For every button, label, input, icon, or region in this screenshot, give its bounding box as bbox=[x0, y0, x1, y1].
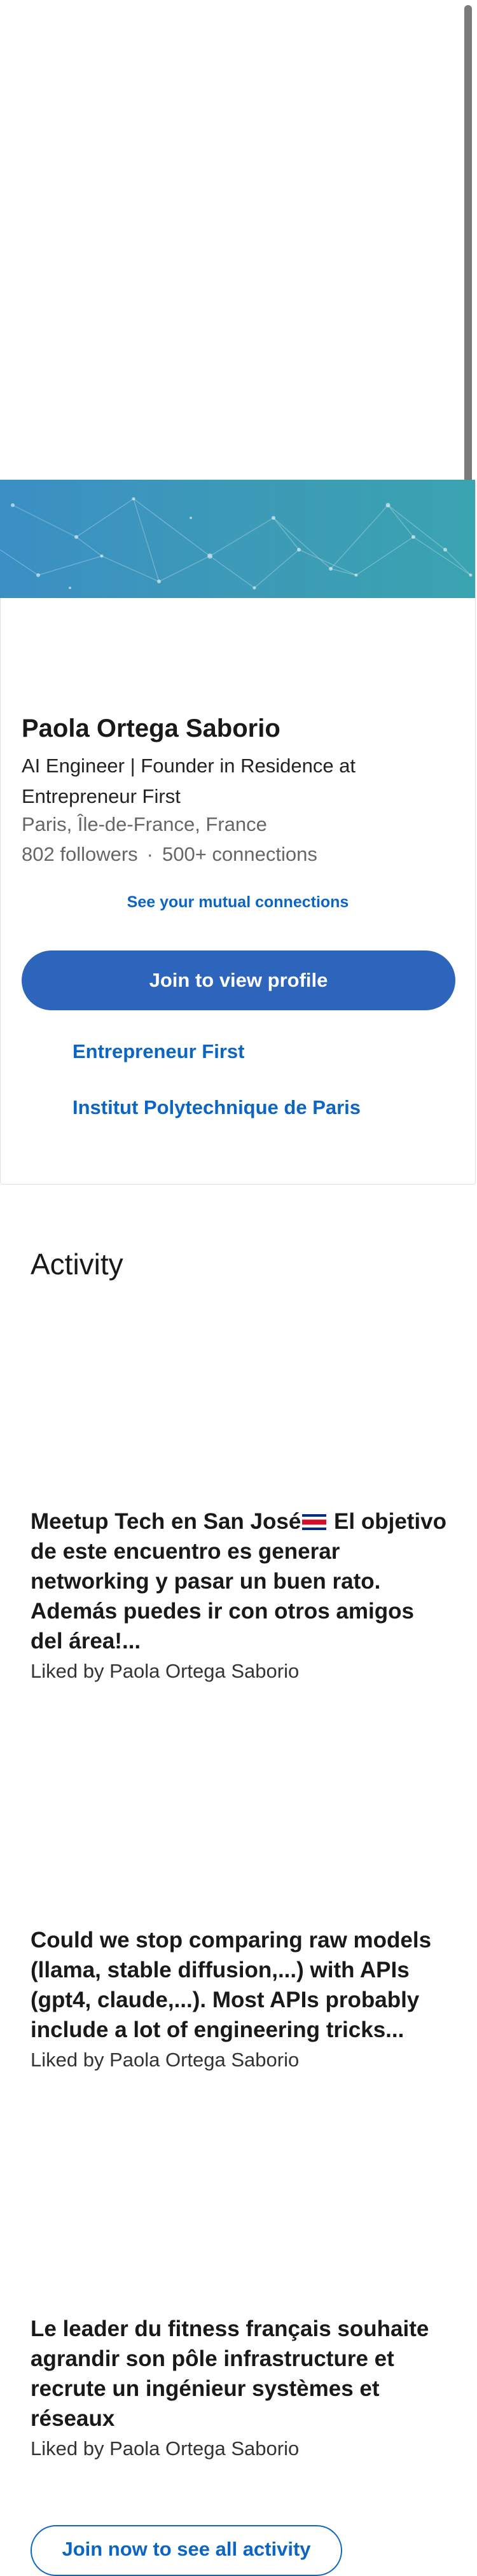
profile-banner bbox=[0, 480, 475, 598]
activity-heading: Activity bbox=[31, 1248, 123, 1281]
mutual-connections-link[interactable]: See your mutual connections bbox=[0, 893, 476, 912]
connections-count: 500+ connections bbox=[162, 843, 317, 865]
profile-name: Paola Ortega Saborio bbox=[22, 714, 280, 742]
company-link-entrepreneur-first[interactable]: Entrepreneur First bbox=[73, 1040, 244, 1063]
network-pattern-graphic bbox=[0, 497, 473, 590]
school-link-institut-polytechnique[interactable]: Institut Polytechnique de Paris bbox=[73, 1096, 361, 1119]
profile-stats: 802 followers · 500+ connections bbox=[22, 843, 317, 866]
stats-separator: · bbox=[146, 843, 153, 865]
post-liked-by: Liked by Paola Ortega Saborio bbox=[31, 1660, 300, 1682]
profile-headline: AI Engineer | Founder in Residence at En… bbox=[22, 755, 356, 807]
post-text-start: Meetup Tech en San José bbox=[31, 1509, 301, 1534]
profile-location: Paris, Île-de-France, France bbox=[22, 813, 267, 835]
followers-count: 802 followers bbox=[22, 843, 138, 865]
post-liked-by: Liked by Paola Ortega Saborio bbox=[31, 2437, 300, 2460]
costa-rica-flag-icon bbox=[302, 1514, 327, 1530]
post-liked-by: Liked by Paola Ortega Saborio bbox=[31, 2049, 300, 2071]
activity-post[interactable]: Could we stop comparing raw models (llam… bbox=[31, 1925, 450, 2071]
post-text: Le leader du fitness français souhaite a… bbox=[31, 2316, 429, 2431]
join-to-view-profile-button[interactable]: Join to view profile bbox=[22, 950, 455, 1010]
join-to-see-activity-button[interactable]: Join now to see all activity bbox=[31, 2525, 342, 2576]
post-text: Meetup Tech en San José El objetivo de e… bbox=[31, 1507, 450, 1656]
activity-post[interactable]: Le leader du fitness français souhaite a… bbox=[31, 2314, 450, 2460]
post-text: Could we stop comparing raw models (llam… bbox=[31, 1928, 432, 2042]
activity-post[interactable]: Meetup Tech en San José El objetivo de e… bbox=[31, 1507, 450, 1683]
